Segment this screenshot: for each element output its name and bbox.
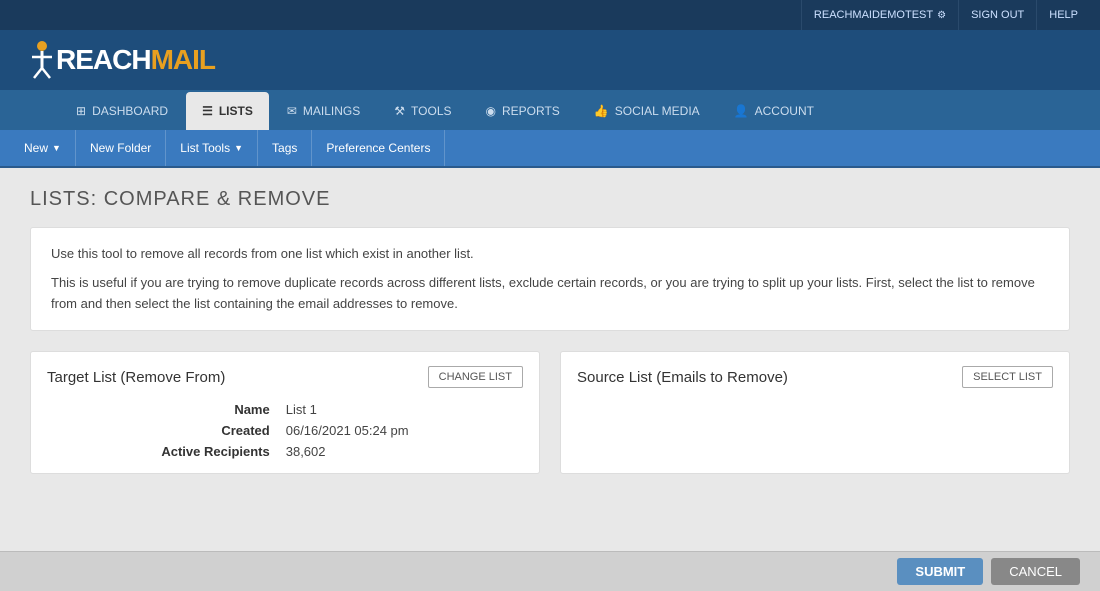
- nav-lists-label: LISTS: [219, 104, 253, 118]
- subnav-new[interactable]: New ▼: [10, 130, 76, 166]
- created-label: Created: [47, 423, 270, 438]
- submit-button[interactable]: SUBMIT: [897, 558, 983, 585]
- target-panel-title: Target List (Remove From): [47, 369, 225, 386]
- logo-ach: ACH: [93, 44, 151, 76]
- subnav-new-folder[interactable]: New Folder: [76, 130, 166, 166]
- target-list-details: Name List 1 Created 06/16/2021 05:24 pm …: [47, 402, 523, 459]
- nav-social-label: SOCIAL MEDIA: [615, 104, 700, 118]
- nav-tools-label: TOOLS: [411, 104, 451, 118]
- target-panel: Target List (Remove From) CHANGE LIST Na…: [30, 351, 540, 474]
- signout-button[interactable]: SIGN OUT: [958, 0, 1036, 30]
- name-label: Name: [47, 402, 270, 417]
- main-nav: ⊞ DASHBOARD ☰ LISTS ✉ MAILINGS ⚒ TOOLS ◉…: [0, 90, 1100, 130]
- recipients-value: 38,602: [286, 444, 523, 459]
- source-panel-header: Source List (Emails to Remove) SELECT LI…: [577, 366, 1053, 388]
- mailings-icon: ✉: [287, 104, 297, 118]
- bottom-action-bar: SUBMIT CANCEL: [0, 551, 1100, 591]
- name-value: List 1: [286, 402, 523, 417]
- lists-icon: ☰: [202, 104, 213, 118]
- help-button[interactable]: HELP: [1036, 0, 1090, 30]
- nav-dashboard-label: DASHBOARD: [92, 104, 168, 118]
- dashboard-icon: ⊞: [76, 104, 86, 118]
- nav-reports-label: REPORTS: [502, 104, 560, 118]
- username-button[interactable]: REACHMAIDEMOTEST ⚙: [801, 0, 958, 30]
- target-panel-header: Target List (Remove From) CHANGE LIST: [47, 366, 523, 388]
- nav-mailings-label: MAILINGS: [303, 104, 360, 118]
- logo-re: RE: [56, 44, 93, 76]
- recipients-label: Active Recipients: [47, 444, 270, 459]
- page-title: LISTS: COMPARE & REMOVE: [30, 188, 1070, 211]
- subnav-tags[interactable]: Tags: [258, 130, 312, 166]
- top-bar: REACHMAIDEMOTEST ⚙ SIGN OUT HELP: [0, 0, 1100, 30]
- info-box: Use this tool to remove all records from…: [30, 227, 1070, 331]
- nav-account[interactable]: 👤 ACCOUNT: [718, 92, 830, 130]
- change-list-button[interactable]: CHANGE LIST: [428, 366, 523, 388]
- nav-dashboard[interactable]: ⊞ DASHBOARD: [60, 92, 184, 130]
- nav-account-label: ACCOUNT: [755, 104, 814, 118]
- source-panel-title: Source List (Emails to Remove): [577, 369, 788, 386]
- list-tools-arrow-icon: ▼: [234, 143, 243, 153]
- header: REACHMAIL: [0, 30, 1100, 90]
- reports-icon: ◉: [486, 104, 496, 118]
- nav-tools[interactable]: ⚒ TOOLS: [378, 92, 467, 130]
- account-icon: 👤: [734, 104, 749, 118]
- content-area: LISTS: COMPARE & REMOVE Use this tool to…: [0, 168, 1100, 591]
- sub-nav: New ▼ New Folder List Tools ▼ Tags Prefe…: [0, 130, 1100, 168]
- nav-lists[interactable]: ☰ LISTS: [186, 92, 269, 130]
- subnav-list-tools[interactable]: List Tools ▼: [166, 130, 258, 166]
- cancel-button[interactable]: CANCEL: [991, 558, 1080, 585]
- source-panel: Source List (Emails to Remove) SELECT LI…: [560, 351, 1070, 474]
- info-line2: This is useful if you are trying to remo…: [51, 273, 1049, 315]
- subnav-tags-label: Tags: [272, 141, 297, 155]
- social-icon: 👍: [594, 104, 609, 118]
- subnav-pref-label: Preference Centers: [326, 141, 430, 155]
- select-list-button[interactable]: SELECT LIST: [962, 366, 1053, 388]
- new-arrow-icon: ▼: [52, 143, 61, 153]
- created-value: 06/16/2021 05:24 pm: [286, 423, 523, 438]
- subnav-list-tools-label: List Tools: [180, 141, 230, 155]
- nav-reports[interactable]: ◉ REPORTS: [470, 92, 576, 130]
- tools-icon: ⚒: [394, 104, 405, 118]
- username-label: REACHMAIDEMOTEST: [814, 9, 933, 21]
- subnav-new-folder-label: New Folder: [90, 141, 151, 155]
- subnav-preference-centers[interactable]: Preference Centers: [312, 130, 445, 166]
- nav-mailings[interactable]: ✉ MAILINGS: [271, 92, 376, 130]
- gear-icon: ⚙: [937, 10, 946, 21]
- subnav-new-label: New: [24, 141, 48, 155]
- info-line1: Use this tool to remove all records from…: [51, 244, 1049, 265]
- logo[interactable]: REACHMAIL: [20, 40, 215, 80]
- panels-container: Target List (Remove From) CHANGE LIST Na…: [30, 351, 1070, 474]
- nav-social-media[interactable]: 👍 SOCIAL MEDIA: [578, 92, 716, 130]
- logo-icon: [20, 40, 56, 80]
- logo-mail: MAIL: [151, 44, 215, 76]
